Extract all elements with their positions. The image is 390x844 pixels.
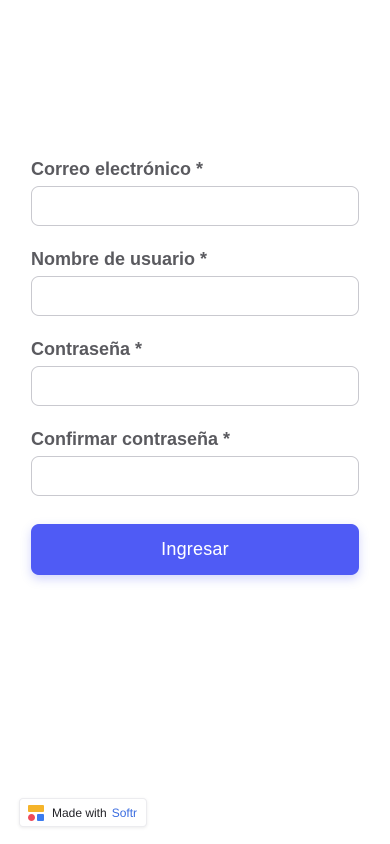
confirm-password-field-group: Confirmar contraseña * bbox=[31, 427, 359, 496]
softr-logo-icon bbox=[28, 804, 44, 821]
made-with-softr-badge[interactable]: Made with Softr bbox=[19, 798, 148, 827]
signup-page: Correo electrónico * Nombre de usuario *… bbox=[0, 0, 390, 844]
username-field-group: Nombre de usuario * bbox=[31, 247, 359, 316]
password-field-group: Contraseña * bbox=[31, 337, 359, 406]
logo-dot-shape bbox=[28, 813, 35, 821]
username-label: Nombre de usuario * bbox=[31, 249, 208, 269]
email-input[interactable] bbox=[31, 186, 359, 226]
confirm-password-input[interactable] bbox=[31, 456, 359, 496]
password-label: Contraseña * bbox=[31, 339, 143, 359]
confirm-password-label: Confirmar contraseña * bbox=[31, 429, 231, 449]
username-input[interactable] bbox=[31, 276, 359, 316]
password-input[interactable] bbox=[31, 366, 359, 406]
badge-brand-text: Softr bbox=[111, 805, 138, 820]
submit-button[interactable]: Ingresar bbox=[31, 524, 359, 575]
signup-form: Correo electrónico * Nombre de usuario *… bbox=[31, 157, 359, 575]
email-label: Correo electrónico * bbox=[31, 159, 204, 179]
badge-prefix-text: Made with bbox=[52, 805, 107, 820]
logo-square-shape bbox=[37, 813, 44, 821]
logo-bar-shape bbox=[28, 804, 44, 812]
email-field-group: Correo electrónico * bbox=[31, 157, 359, 226]
